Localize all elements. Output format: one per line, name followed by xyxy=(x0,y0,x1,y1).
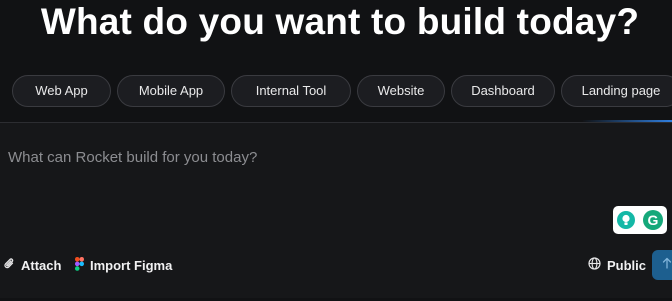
attach-label: Attach xyxy=(21,257,62,273)
prompt-input[interactable] xyxy=(6,145,610,169)
template-chip-row: Web App Mobile App Internal Tool Website… xyxy=(12,75,672,107)
arrow-up-icon xyxy=(662,256,672,274)
lightbulb-icon[interactable] xyxy=(617,211,635,229)
grammarly-icon[interactable]: G xyxy=(643,210,663,230)
import-figma-label: Import Figma xyxy=(90,257,173,273)
paperclip-icon xyxy=(4,257,15,274)
send-button[interactable] xyxy=(652,250,672,280)
figma-icon xyxy=(75,256,84,274)
globe-icon xyxy=(588,257,601,273)
extension-badges: G xyxy=(613,206,667,234)
chip-internal-tool[interactable]: Internal Tool xyxy=(231,75,351,107)
page-headline: What do you want to build today? xyxy=(40,1,640,42)
chip-landing-page[interactable]: Landing page xyxy=(561,75,672,107)
chip-dashboard[interactable]: Dashboard xyxy=(451,75,555,107)
attach-button[interactable]: Attach xyxy=(4,255,61,275)
page: What do you want to build today? Web App… xyxy=(0,0,672,301)
chip-web-app[interactable]: Web App xyxy=(12,75,111,107)
import-figma-button[interactable]: Import Figma xyxy=(75,255,172,275)
visibility-toggle[interactable]: Public xyxy=(588,255,646,275)
visibility-label: Public xyxy=(607,257,647,273)
chip-website[interactable]: Website xyxy=(357,75,445,107)
chip-mobile-app[interactable]: Mobile App xyxy=(117,75,225,107)
